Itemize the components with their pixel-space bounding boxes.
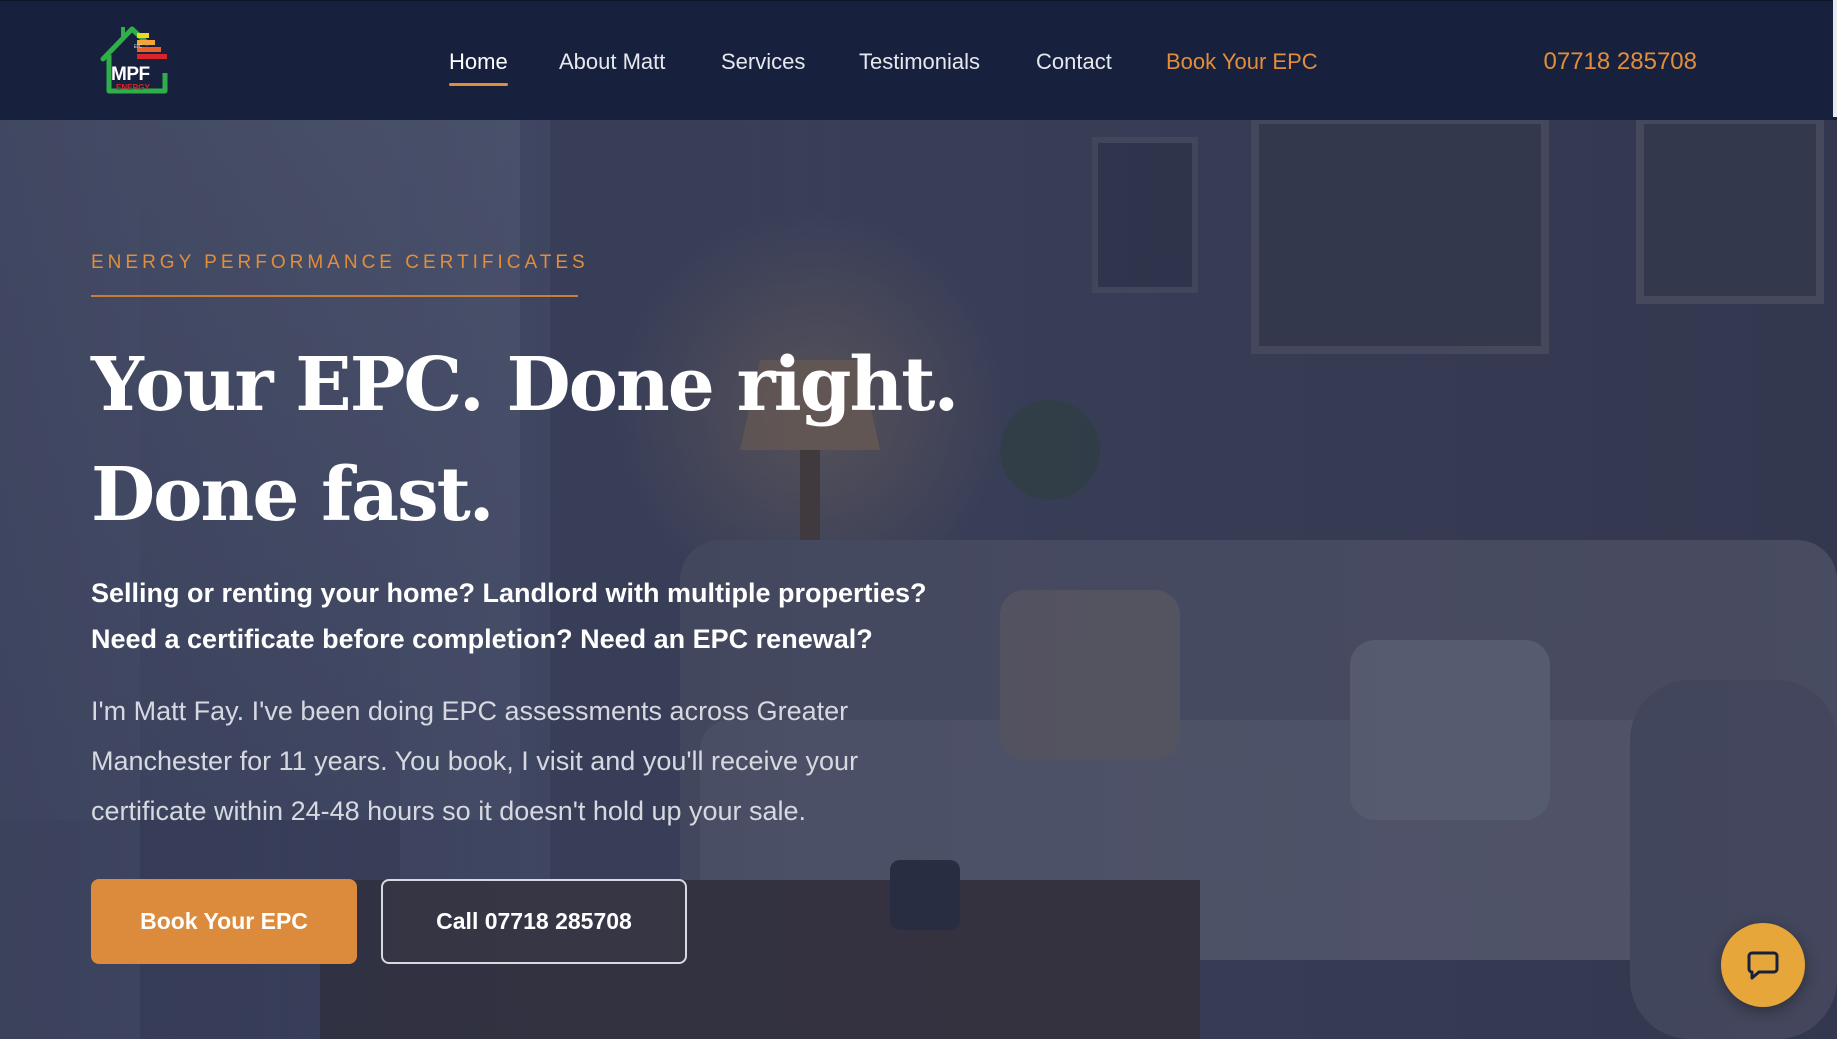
headline-line-1: Your EPC. Done right. [91,342,959,428]
hero-headline: Your EPC. Done right. Done fast. [91,330,991,550]
svg-text:EPC: EPC [134,44,142,49]
nav-home[interactable]: Home [449,49,508,86]
nav-about-matt[interactable]: About Matt [559,49,665,75]
hero-body-copy: I'm Matt Fay. I've been doing EPC assess… [91,686,991,836]
scrollbar[interactable] [1833,0,1837,117]
lead-line-1: Selling or renting your home? Landlord w… [91,578,927,608]
body-line-1: I'm Matt Fay. I've been doing EPC assess… [91,696,849,726]
nav-contact[interactable]: Contact [1036,49,1112,75]
body-line-3: certificate within 24-48 hours so it doe… [91,796,807,826]
eyebrow-divider [91,295,578,297]
nav-services[interactable]: Services [721,49,805,75]
logo-text: MPF [111,64,150,85]
nav-testimonials[interactable]: Testimonials [859,49,980,75]
body-line-2: Manchester for 11 years. You book, I vis… [91,746,859,776]
mpf-energy-logo[interactable]: EPC MPF ENERGY [97,23,177,99]
hero-lead: Selling or renting your home? Landlord w… [91,570,991,662]
chat-button[interactable] [1721,923,1805,1007]
headline-line-2: Done fast. [91,452,495,538]
hero-eyebrow: ENERGY PERFORMANCE CERTIFICATES [91,252,589,273]
logo-subtext: ENERGY [116,83,150,92]
hero-section: ENERGY PERFORMANCE CERTIFICATES Your EPC… [0,120,1837,1039]
site-header: EPC MPF ENERGY Home About Matt Services … [0,0,1837,120]
chat-bubble-icon [1747,951,1779,980]
book-your-epc-button[interactable]: Book Your EPC [91,879,357,964]
call-phone-button[interactable]: Call 07718 285708 [381,879,687,964]
lead-line-2: Need a certificate before completion? Ne… [91,624,873,654]
header-phone-link[interactable]: 07718 285708 [1544,49,1698,75]
nav-book-your-epc[interactable]: Book Your EPC [1166,49,1318,75]
